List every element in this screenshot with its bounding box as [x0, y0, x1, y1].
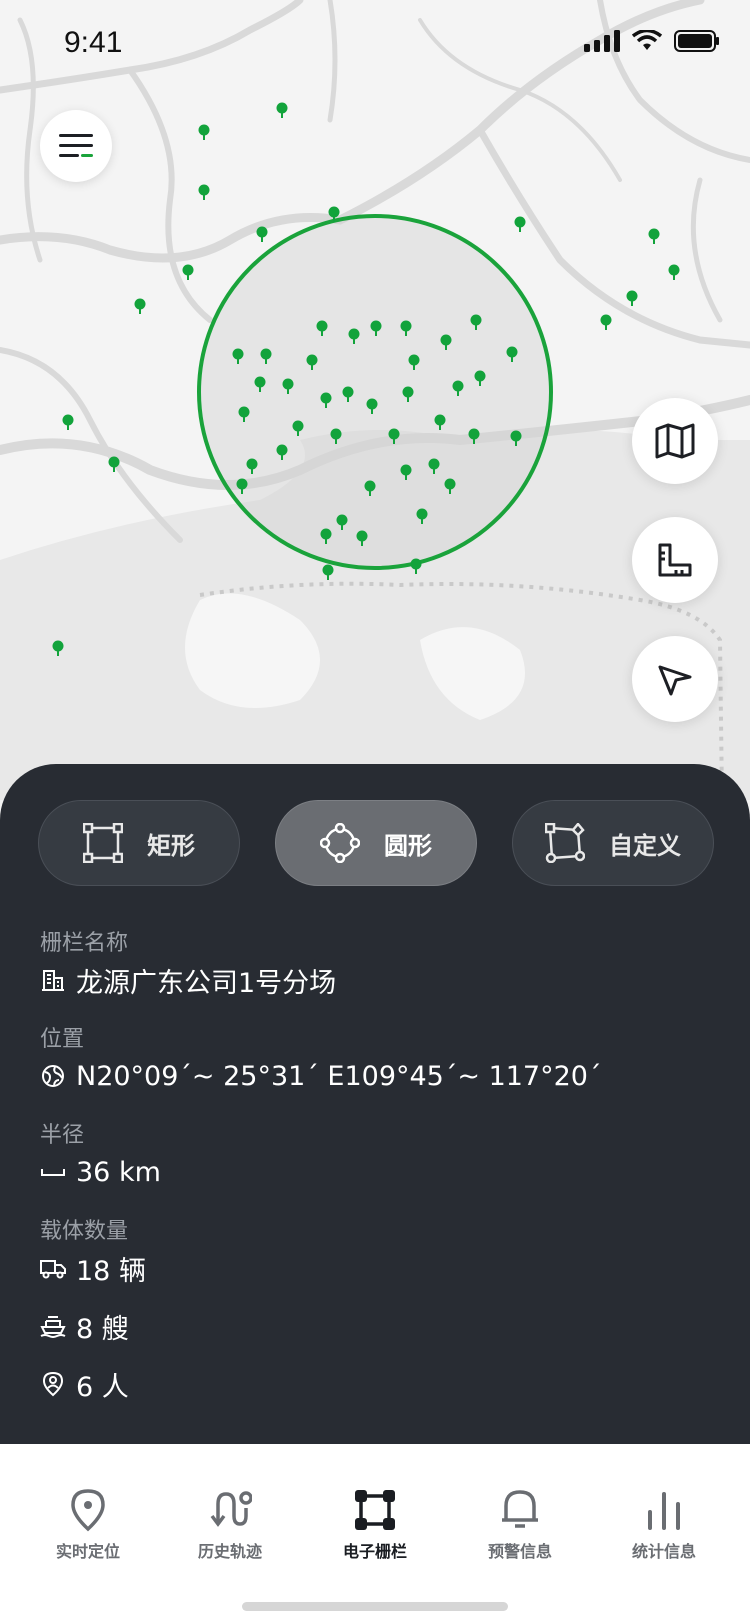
bottom-tab-bar: 实时定位 历史轨迹 电子栅栏 预警信息 统计信息: [0, 1444, 750, 1624]
ship-count: 8 艘: [76, 1313, 129, 1345]
tab-circle-label: 圆形: [384, 831, 432, 860]
vehicle-count: 18 辆: [76, 1255, 146, 1287]
home-indicator: [242, 1602, 508, 1611]
tab-rectangle-label: 矩形: [147, 831, 195, 860]
fence-info-panel: 矩形 圆形 自定义 栅栏名称 龙源广东公司1号分场 位置 N20°09´~ 25…: [0, 764, 750, 1444]
tab-history-track[interactable]: 历史轨迹: [170, 1488, 290, 1562]
tab-circle[interactable]: 圆形: [275, 800, 477, 886]
status-icons: [584, 30, 720, 52]
tab-electronic-fence[interactable]: 电子栅栏: [315, 1488, 435, 1562]
carrier-count-label: 载体数量: [40, 1219, 129, 1244]
ship-icon: [40, 1313, 66, 1339]
people-count: 6 人: [76, 1371, 129, 1403]
custom-shape-icon: [545, 823, 585, 863]
radius-label: 半径: [40, 1123, 85, 1148]
tab-realtime-location[interactable]: 实时定位: [28, 1488, 148, 1562]
tab-fence-label: 电子栅栏: [342, 1542, 407, 1561]
ruler-icon: [658, 543, 692, 577]
truck-icon: [40, 1255, 66, 1281]
battery-icon: [674, 30, 719, 52]
menu-button[interactable]: [40, 110, 112, 182]
building-icon: [40, 967, 66, 993]
bell-icon: [502, 1490, 538, 1528]
status-time: 9:41: [64, 26, 123, 59]
map-layer-button[interactable]: [632, 398, 718, 484]
position-value: N20°09´~ 25°31´ E109°45´~ 117°20´: [76, 1060, 602, 1092]
bar-chart-icon: [648, 1492, 680, 1530]
measure-button[interactable]: [632, 517, 718, 603]
tab-statistics[interactable]: 统计信息: [604, 1488, 724, 1562]
fence-details: 栅栏名称 龙源广东公司1号分场 位置 N20°09´~ 25°31´ E109°…: [40, 930, 601, 1404]
signal-icon: [584, 30, 620, 52]
tab-alert-info[interactable]: 预警信息: [460, 1488, 580, 1562]
map-icon: [655, 423, 695, 459]
rectangle-icon: [83, 823, 123, 863]
tab-rectangle[interactable]: 矩形: [38, 800, 240, 886]
fence-circle: [197, 214, 553, 570]
fence-name-label: 栅栏名称: [40, 931, 129, 956]
globe-icon: [40, 1063, 66, 1089]
position-label: 位置: [40, 1027, 85, 1052]
radius-icon: [40, 1159, 66, 1185]
wifi-icon: [632, 30, 662, 50]
tab-custom-label: 自定义: [609, 831, 681, 860]
fence-icon: [355, 1490, 395, 1530]
shape-tabs: 矩形 圆形 自定义: [38, 800, 714, 886]
tab-custom[interactable]: 自定义: [512, 800, 714, 886]
locate-button[interactable]: [632, 636, 718, 722]
location-pin-icon: [71, 1489, 105, 1532]
tab-realtime-label: 实时定位: [55, 1542, 120, 1561]
route-icon: [210, 1491, 252, 1527]
circle-shape-icon: [320, 823, 360, 863]
navigation-arrow-icon: [658, 665, 692, 696]
fence-name-value: 龙源广东公司1号分场: [76, 967, 337, 999]
tab-alert-label: 预警信息: [487, 1542, 552, 1561]
person-pin-icon: [40, 1371, 66, 1397]
radius-value: 36 km: [76, 1156, 161, 1188]
menu-icon: [59, 134, 93, 157]
tab-statistics-label: 统计信息: [631, 1542, 696, 1561]
tab-history-label: 历史轨迹: [197, 1542, 262, 1561]
